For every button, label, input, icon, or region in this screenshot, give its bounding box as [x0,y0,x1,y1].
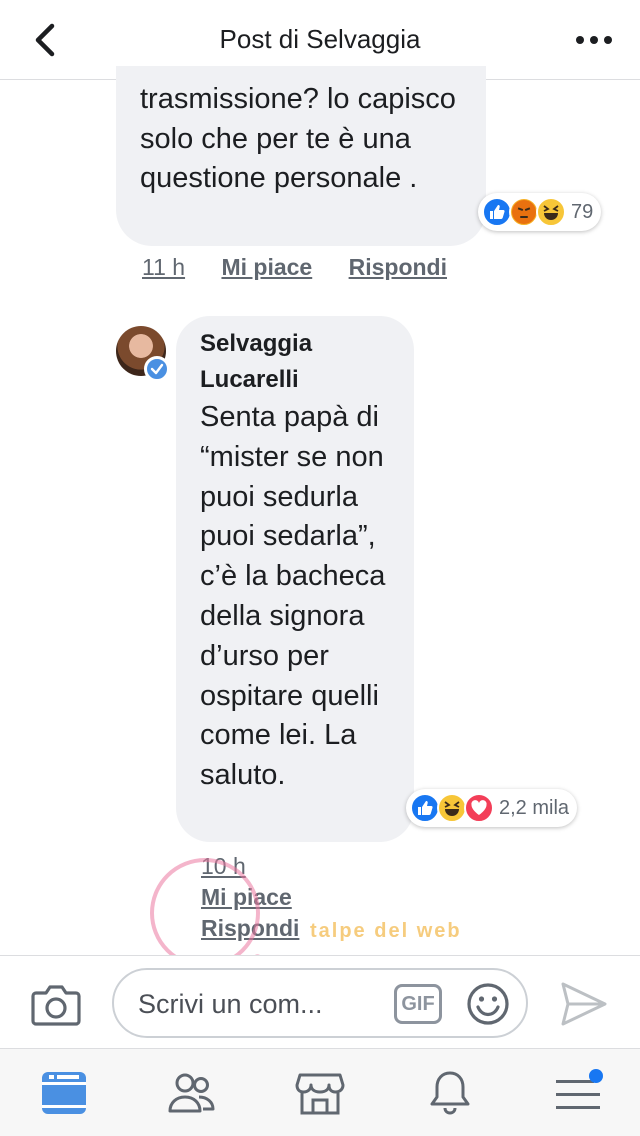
send-icon [561,982,607,1026]
comment-composer: GIF [0,955,640,1047]
comment-text: trasmissione? lo capisco solo che per te… [140,83,456,194]
reactions-summary[interactable]: 79 [478,193,602,231]
camera-button[interactable] [30,983,82,1027]
more-dots-icon [576,36,612,44]
like-icon [410,793,440,823]
notifications-icon [430,1071,470,1115]
comment-author[interactable]: Selvaggia Lucarelli [200,326,400,398]
comment-text: Senta papà di “mister se non puoi sedurl… [200,401,386,792]
menu-icon [556,1069,603,1109]
emoji-button[interactable] [466,982,510,1026]
watermark-magnifier [150,858,260,968]
page-title: Post di Selvaggia [219,24,421,54]
tab-menu[interactable] [552,1067,604,1119]
comment-bubble[interactable]: Selvaggia Lucarelli Senta papà di “miste… [176,316,414,842]
comment-input-box[interactable]: GIF [112,968,528,1038]
reply-button[interactable]: Rispondi [349,254,447,281]
like-icon [482,197,512,227]
haha-icon [536,197,566,227]
comment-actions: 11 h Mi piace Rispondi [142,254,447,281]
comment-bubble[interactable]: trasmissione? lo capisco solo che per te… [116,66,486,246]
send-button[interactable] [558,978,610,1030]
bottom-tab-bar [0,1048,640,1136]
reaction-count: 2,2 mila [499,796,570,819]
tab-news-feed[interactable] [38,1067,90,1119]
haha-icon [437,793,467,823]
news-feed-icon [42,1072,86,1114]
watermark-text: talpe del web [310,920,462,942]
tab-marketplace[interactable] [294,1067,346,1119]
comment-input[interactable] [138,984,378,1024]
reaction-count: 79 [571,200,594,223]
angry-icon [509,197,539,227]
camera-icon [31,985,81,1026]
comment-time[interactable]: 11 h [142,254,185,281]
tab-friends[interactable] [166,1067,218,1119]
love-icon [464,793,494,823]
like-button[interactable]: Mi piace [221,254,312,281]
marketplace-icon [295,1073,345,1115]
tab-notifications[interactable] [424,1067,476,1119]
verified-badge-icon [144,356,170,382]
smiley-icon [467,983,509,1025]
reactions-summary[interactable]: 2,2 mila [406,789,578,827]
gif-button[interactable]: GIF [394,984,442,1024]
more-button[interactable] [572,24,616,56]
friends-icon [168,1073,215,1113]
